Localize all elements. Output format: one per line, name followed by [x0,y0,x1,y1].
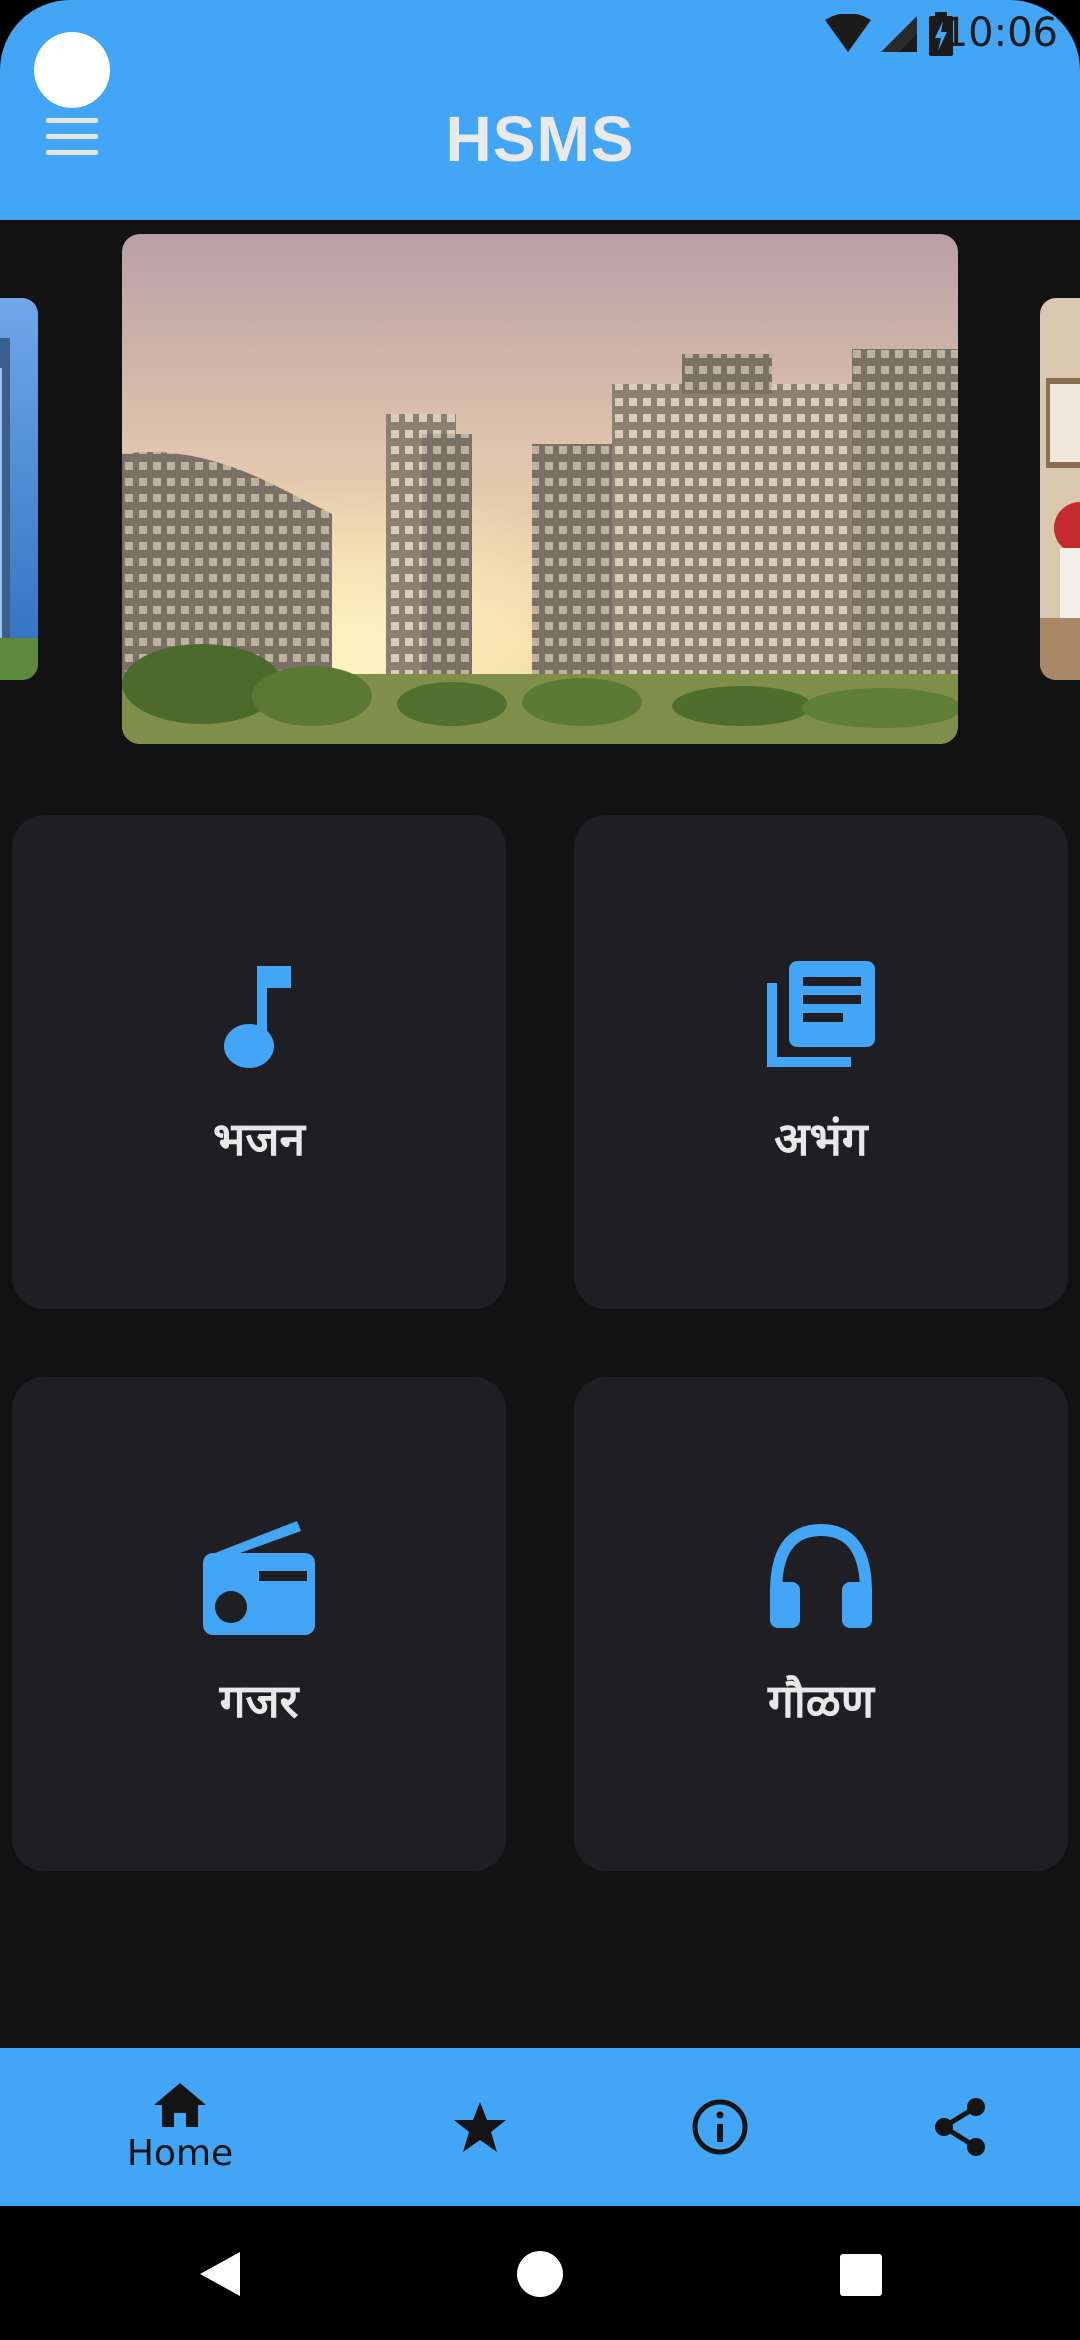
wifi-icon [825,14,871,52]
home-icon [154,2082,206,2127]
info-icon [692,2099,748,2155]
carousel-slide-prev[interactable] [0,298,38,680]
system-navigation-bar [0,2206,1080,2340]
music-note-icon [224,966,291,1068]
bottom-navigation: Home [0,2048,1080,2206]
status-icons [825,12,955,56]
image-carousel[interactable] [0,220,1080,760]
app-title: HSMS [445,103,635,175]
nav-item-favorites[interactable] [420,2048,540,2206]
carousel-slide-active[interactable] [122,234,958,744]
signal-icon [881,16,917,52]
category-card-gaulan[interactable]: गौळण [574,1377,1068,1871]
phone-screen: 10:06 HSMS भजन अभंग गजर गौळण Home [0,0,1080,2340]
nav-item-home[interactable]: Home [100,2048,260,2206]
back-icon[interactable] [198,2250,242,2298]
carousel-slide-next[interactable] [1040,298,1080,680]
nav-item-info[interactable] [660,2048,780,2206]
category-label: गौळण [767,1674,875,1728]
category-card-gajar[interactable]: गजर [12,1377,506,1871]
nav-label-home: Home [126,2132,234,2174]
library-books-icon [767,961,875,1067]
home-circle-icon[interactable] [516,2250,564,2298]
status-time: 10:06 [942,10,1058,56]
category-label: भजन [213,1112,305,1166]
app-bar: 10:06 HSMS [0,0,1080,220]
category-card-bhajan[interactable]: भजन [12,815,506,1309]
headphones-icon [770,1523,872,1628]
camera-cutout [34,32,110,108]
category-card-abhang[interactable]: अभंग [574,815,1068,1309]
radio-icon [203,1521,315,1635]
star-icon [454,2102,506,2152]
nav-item-share[interactable] [900,2048,1020,2206]
category-label: गजर [219,1674,299,1728]
recents-icon[interactable] [840,2254,882,2296]
category-label: अभंग [774,1112,868,1166]
share-icon [935,2098,985,2156]
